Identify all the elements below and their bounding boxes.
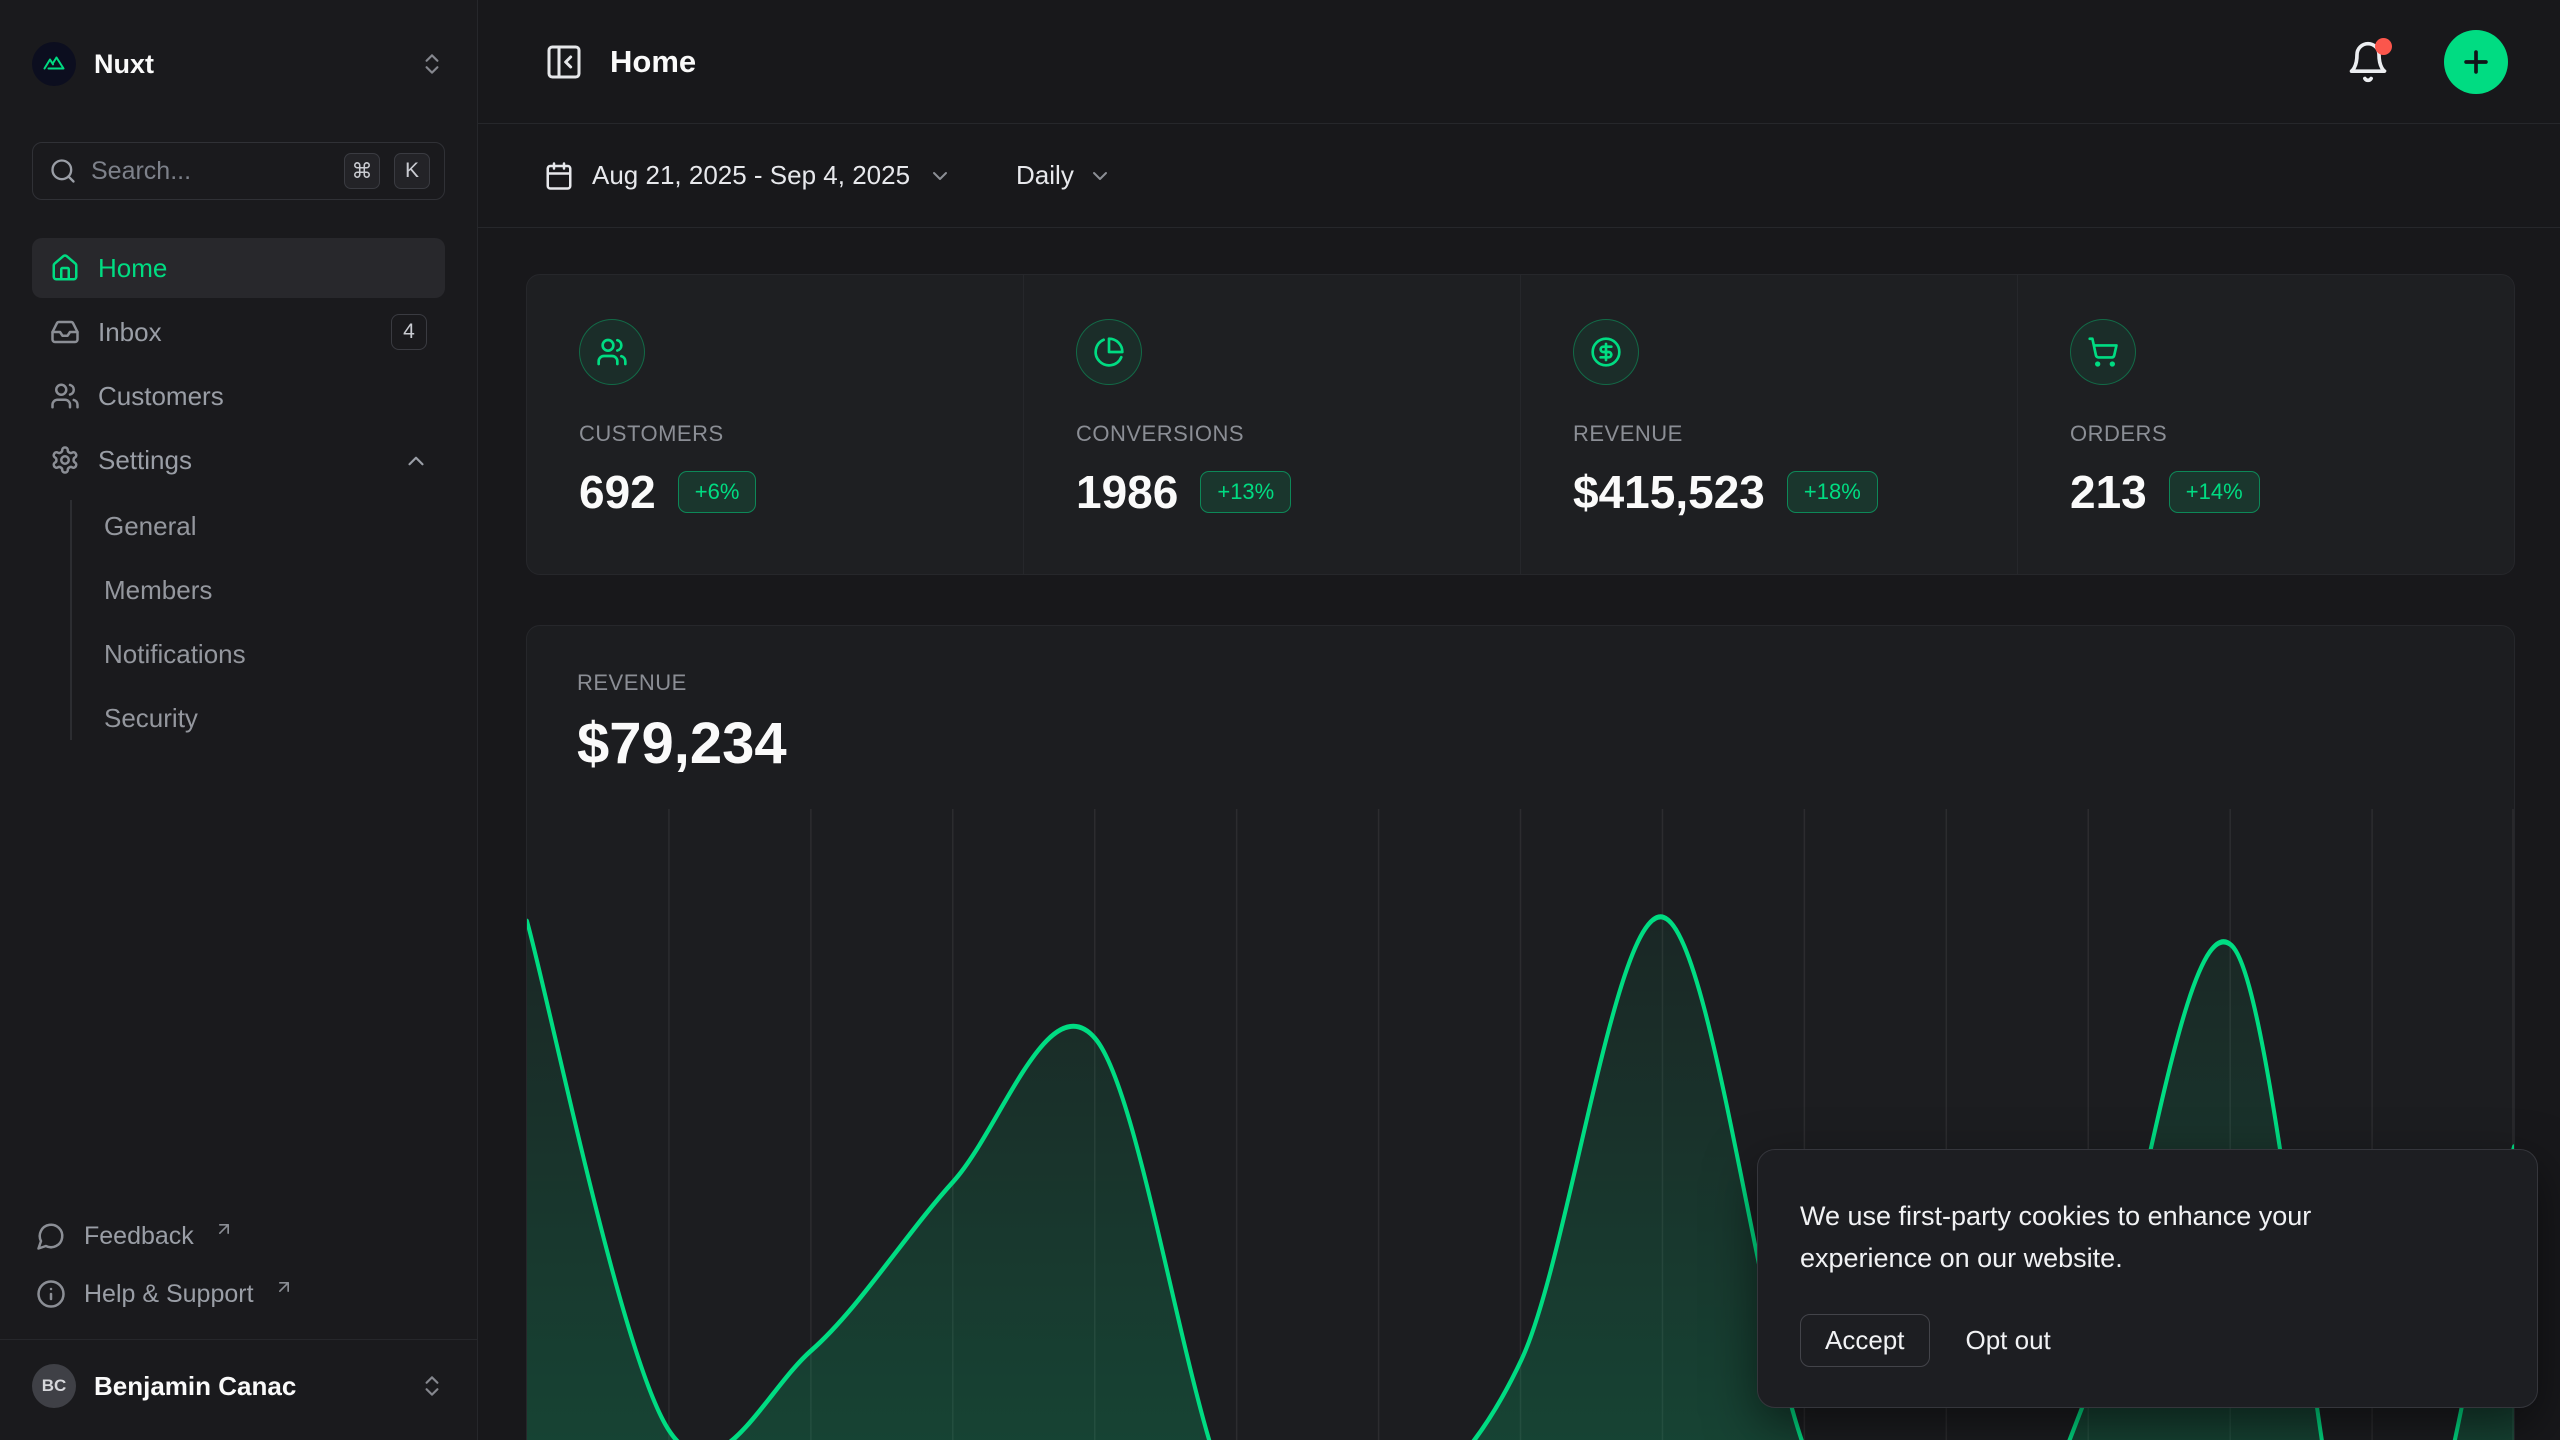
sidebar-item-general[interactable]: General [74,494,445,558]
chevrons-up-down-icon [419,51,445,77]
date-range-picker[interactable]: Aug 21, 2025 - Sep 4, 2025 [544,160,952,191]
stat-value: $415,523 [1573,465,1765,519]
sidebar-item-customers[interactable]: Customers [32,366,445,426]
sidebar-item-security[interactable]: Security [74,686,445,750]
pie-chart-icon [1076,319,1142,385]
nuxt-logo-icon [32,42,76,86]
workspace-switcher[interactable]: Nuxt [32,36,445,92]
sidebar: Nuxt Search... ⌘ K Home [0,0,478,1440]
opt-out-button[interactable]: Opt out [1966,1325,2051,1356]
plus-icon [2459,45,2493,79]
sidebar-divider [0,1339,477,1340]
inbox-count-badge: 4 [391,314,427,350]
app-root: Nuxt Search... ⌘ K Home [0,0,2560,1440]
stat-revenue[interactable]: REVENUE $415,523 +18% [1520,275,2017,574]
users-icon [50,381,80,411]
sidebar-item-label: Home [98,253,427,284]
sidebar-item-label: Inbox [98,317,373,348]
gear-icon [50,445,80,475]
inbox-icon [50,317,80,347]
sidebar-spacer [32,750,445,1207]
search-icon [49,157,77,185]
avatar: BC [32,1364,76,1408]
external-link-icon [274,1277,294,1297]
sidebar-item-label: Settings [98,445,385,476]
top-bar: Home [478,0,2560,124]
notifications-button[interactable] [2346,40,2390,84]
circle-dollar-icon [1573,319,1639,385]
stat-delta-badge: +14% [2169,471,2260,513]
sidebar-item-notifications[interactable]: Notifications [74,622,445,686]
granularity-label: Daily [1016,160,1074,191]
sidebar-item-home[interactable]: Home [32,238,445,298]
chevron-up-icon[interactable] [403,448,427,472]
user-name: Benjamin Canac [94,1371,401,1402]
sidebar-item-help-support[interactable]: Help & Support [32,1265,445,1323]
cookie-banner: We use first-party cookies to enhance yo… [1757,1149,2538,1408]
calendar-icon [544,161,574,191]
subnav-guide-line [70,500,72,740]
sidebar-item-label: Customers [98,381,427,412]
brand-name: Nuxt [94,49,401,80]
revenue-label: REVENUE [577,670,2514,696]
chevrons-up-down-icon [419,1373,445,1399]
search-placeholder: Search... [91,157,330,186]
add-button[interactable] [2444,30,2508,94]
chevron-down-icon [1088,164,1112,188]
stat-label: REVENUE [1573,421,2017,447]
user-menu[interactable]: BC Benjamin Canac [32,1354,445,1418]
stat-label: ORDERS [2070,421,2514,447]
stat-label: CUSTOMERS [579,421,1023,447]
info-circle-icon [36,1279,66,1309]
stat-conversions[interactable]: CONVERSIONS 1986 +13% [1023,275,1520,574]
stat-delta-badge: +18% [1787,471,1878,513]
stat-value: 1986 [1076,465,1178,519]
external-link-icon [214,1219,234,1239]
sidebar-item-label: Feedback [84,1222,194,1251]
home-icon [50,253,80,283]
sidebar-item-inbox[interactable]: Inbox 4 [32,302,445,362]
kbd-cmd: ⌘ [344,153,380,189]
granularity-select[interactable]: Daily [1016,160,1112,191]
cookie-message: We use first-party cookies to enhance yo… [1800,1196,2440,1280]
shopping-cart-icon [2070,319,2136,385]
message-bubble-icon [36,1221,66,1251]
stat-delta-badge: +13% [1200,471,1291,513]
revenue-value: $79,234 [577,710,2514,777]
stat-delta-badge: +6% [678,471,757,513]
kbd-k: K [394,153,430,189]
users-icon [579,319,645,385]
filter-toolbar: Aug 21, 2025 - Sep 4, 2025 Daily [478,124,2560,228]
search-input[interactable]: Search... ⌘ K [32,142,445,200]
stat-value: 692 [579,465,656,519]
notification-dot [2375,38,2392,55]
sidebar-item-members[interactable]: Members [74,558,445,622]
sidebar-nav: Home Inbox 4 Customers Settings [32,238,445,750]
sidebar-item-feedback[interactable]: Feedback [32,1207,445,1265]
stat-orders[interactable]: ORDERS 213 +14% [2017,275,2514,574]
sidebar-collapse-icon[interactable] [544,42,584,82]
settings-subnav: General Members Notifications Security [32,494,445,750]
date-range-label: Aug 21, 2025 - Sep 4, 2025 [592,160,910,191]
sidebar-item-settings[interactable]: Settings [32,430,445,490]
stats-card: CUSTOMERS 692 +6% CONVERSIONS 1986 +13% [526,274,2515,575]
main-area: Home Aug 21, 2025 - Sep 4, 2025 Daily [478,0,2560,1440]
page-title: Home [610,44,2320,80]
sidebar-item-label: Help & Support [84,1280,254,1309]
chevron-down-icon [928,164,952,188]
stat-label: CONVERSIONS [1076,421,1520,447]
stat-value: 213 [2070,465,2147,519]
stat-customers[interactable]: CUSTOMERS 692 +6% [527,275,1023,574]
accept-button[interactable]: Accept [1800,1314,1930,1367]
